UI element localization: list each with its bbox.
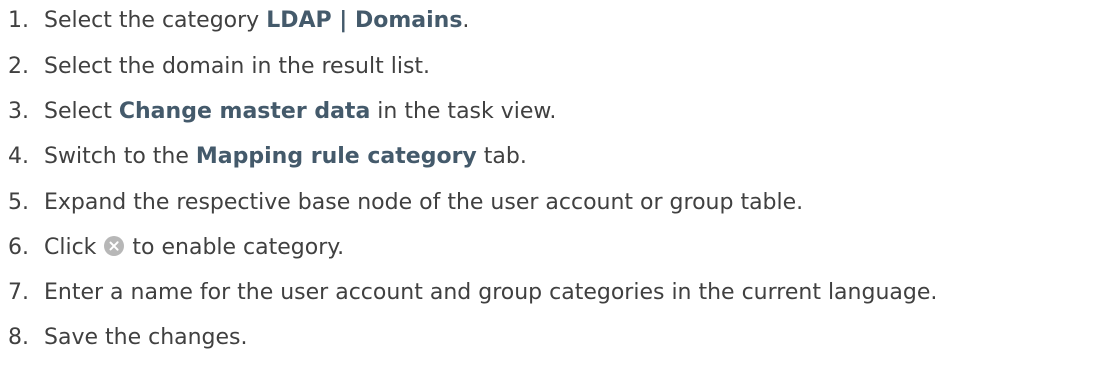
step-number: 6.	[8, 235, 29, 260]
step-4: 4. Switch to the Mapping rule category ta…	[8, 140, 527, 174]
step-text: Select	[44, 99, 119, 124]
step-number: 5.	[8, 190, 29, 215]
step-3: 3. Select Change master data in the task …	[8, 95, 556, 129]
step-text: Click	[44, 235, 104, 260]
step-text: Save the changes.	[44, 325, 248, 350]
step-text: Select the category	[44, 8, 267, 33]
step-5: 5. Expand the respective base node of the…	[8, 186, 803, 220]
step-text: to enable category.	[125, 235, 345, 260]
step-8: 8. Save the changes.	[8, 321, 248, 355]
step-number: 8.	[8, 325, 29, 350]
step-emphasis: Mapping rule category	[195, 144, 477, 169]
step-text: tab.	[476, 144, 527, 169]
step-emphasis: Change master data	[118, 99, 371, 124]
step-number: 2.	[8, 54, 29, 79]
step-number: 3.	[8, 99, 29, 124]
step-number: 4.	[8, 144, 29, 169]
step-text: .	[462, 8, 470, 33]
step-6: 6. Click to enable category.	[8, 231, 344, 265]
step-7: 7. Enter a name for the user account and …	[8, 276, 937, 310]
step-number: 1.	[8, 8, 29, 33]
instruction-steps: 1. Select the category LDAP | Domains. 2.…	[0, 0, 1115, 373]
step-text: in the task view.	[370, 99, 557, 124]
step-1: 1. Select the category LDAP | Domains.	[8, 4, 469, 38]
step-text: Select the domain in the result list.	[44, 54, 431, 79]
step-text: Enter a name for the user account and gr…	[44, 280, 938, 305]
step-text: Switch to the	[44, 144, 196, 169]
step-emphasis: LDAP | Domains	[266, 8, 463, 33]
step-text: Expand the respective base node of the u…	[44, 190, 804, 215]
gray-circle-x-icon	[104, 236, 125, 256]
step-2: 2. Select the domain in the result list.	[8, 50, 430, 84]
step-number: 7.	[8, 280, 29, 305]
